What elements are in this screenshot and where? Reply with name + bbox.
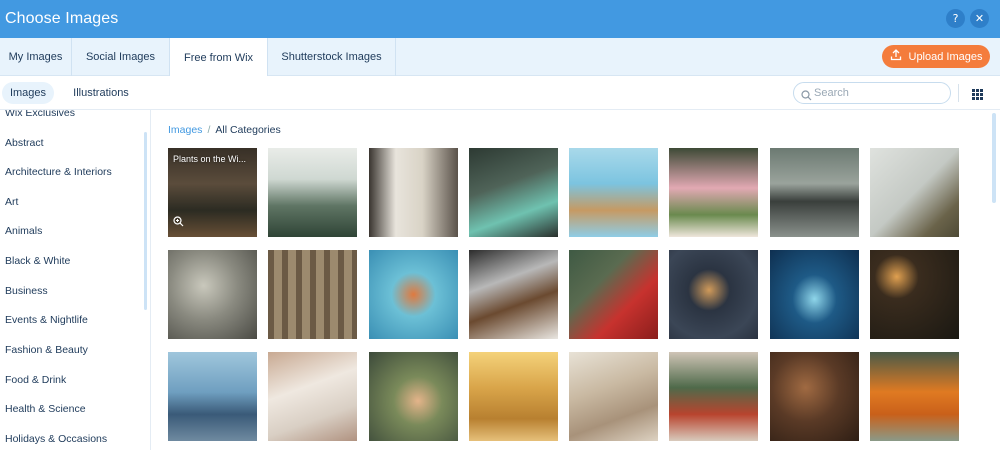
sidebar-item-art[interactable]: Art [5, 196, 18, 208]
tab-social-images[interactable]: Social Images [72, 38, 170, 76]
sidebar-item-black-white[interactable]: Black & White [5, 255, 70, 267]
close-icon: ✕ [974, 12, 985, 25]
sidebar-item-wix-exclusives[interactable]: Wix Exclusives [5, 110, 75, 119]
image-thumbnail[interactable] [268, 352, 357, 441]
image-thumbnail[interactable] [770, 352, 859, 441]
close-button[interactable]: ✕ [970, 9, 989, 28]
breadcrumb: Images / All Categories [168, 124, 281, 136]
image-thumbnail[interactable] [669, 352, 758, 441]
image-thumbnail[interactable] [268, 148, 357, 237]
media-type-bar: Images Illustrations [0, 76, 1000, 110]
tab-label: My Images [8, 51, 63, 63]
help-button[interactable]: ? [946, 9, 965, 28]
sidebar-item-animals[interactable]: Animals [5, 225, 42, 237]
tab-free-from-wix[interactable]: Free from Wix [170, 38, 268, 77]
sidebar-item-events[interactable]: Events & Nightlife [5, 314, 88, 326]
choose-images-dialog: Choose Images ? ✕ My Images Social Image… [0, 0, 1000, 450]
sidebar-scrollbar[interactable] [144, 132, 147, 310]
image-thumbnail[interactable] [669, 250, 758, 339]
image-thumbnail[interactable] [369, 148, 458, 237]
sidebar-item-architecture[interactable]: Architecture & Interiors [5, 166, 112, 178]
subtab-label: Images [9, 87, 47, 99]
upload-images-button[interactable]: Upload Images [882, 45, 990, 68]
tab-label: Social Images [85, 51, 156, 63]
sidebar-item-fashion[interactable]: Fashion & Beauty [5, 344, 88, 356]
image-gallery: Images / All Categories Plants on the Wi… [152, 111, 1000, 450]
image-thumbnail[interactable] [168, 352, 257, 441]
image-thumbnail[interactable] [268, 250, 357, 339]
upload-icon [890, 49, 902, 64]
tab-my-images[interactable]: My Images [0, 38, 72, 76]
sidebar-item-holidays[interactable]: Holidays & Occasions [5, 433, 107, 445]
tab-shutterstock-images[interactable]: Shutterstock Images [268, 38, 396, 76]
help-icon: ? [952, 12, 959, 25]
toolbar-divider [958, 84, 959, 102]
image-thumbnail[interactable] [870, 352, 959, 441]
sidebar-item-business[interactable]: Business [5, 285, 48, 297]
image-thumbnail[interactable] [669, 148, 758, 237]
image-thumbnail[interactable] [870, 148, 959, 237]
image-thumbnail[interactable] [369, 250, 458, 339]
category-sidebar: Wix Exclusives Abstract Architecture & I… [0, 110, 151, 450]
zoom-icon[interactable] [173, 214, 184, 232]
sidebar-item-health[interactable]: Health & Science [5, 403, 86, 415]
image-thumbnail[interactable] [469, 148, 558, 237]
image-thumbnail[interactable] [569, 352, 658, 441]
image-thumbnail[interactable] [168, 250, 257, 339]
search-box [793, 82, 951, 104]
sidebar-item-food[interactable]: Food & Drink [5, 374, 66, 386]
tab-label: Free from Wix [183, 51, 254, 64]
source-tabs: My Images Social Images Free from Wix Sh… [0, 38, 1000, 77]
breadcrumb-separator: / [207, 124, 211, 136]
search-input[interactable] [814, 87, 934, 99]
dialog-titlebar: Choose Images ? ✕ [0, 0, 1000, 38]
tab-label: Shutterstock Images [281, 51, 382, 63]
sidebar-item-abstract[interactable]: Abstract [5, 137, 44, 149]
subtab-label: Illustrations [73, 87, 129, 99]
subtab-illustrations[interactable]: Illustrations [66, 82, 136, 104]
image-thumbnail[interactable] [469, 250, 558, 339]
image-thumbnail[interactable] [770, 148, 859, 237]
breadcrumb-images-link[interactable]: Images [168, 124, 202, 136]
thumbnail-hover-label: Plants on the Wi... [173, 154, 247, 164]
subtab-images[interactable]: Images [2, 82, 54, 104]
dialog-title: Choose Images [5, 10, 119, 27]
image-thumbnail[interactable] [569, 148, 658, 237]
image-thumbnail[interactable] [469, 352, 558, 441]
image-thumbnail[interactable] [569, 250, 658, 339]
image-thumbnail[interactable] [369, 352, 458, 441]
image-thumbnail[interactable] [870, 250, 959, 339]
image-thumbnail[interactable]: Plants on the Wi... [168, 148, 257, 237]
image-thumbnail[interactable] [770, 250, 859, 339]
grid-view-icon[interactable] [972, 87, 983, 105]
gallery-scrollbar[interactable] [992, 113, 996, 203]
breadcrumb-current: All Categories [215, 124, 281, 136]
search-icon [801, 88, 812, 106]
upload-label: Upload Images [908, 50, 983, 63]
